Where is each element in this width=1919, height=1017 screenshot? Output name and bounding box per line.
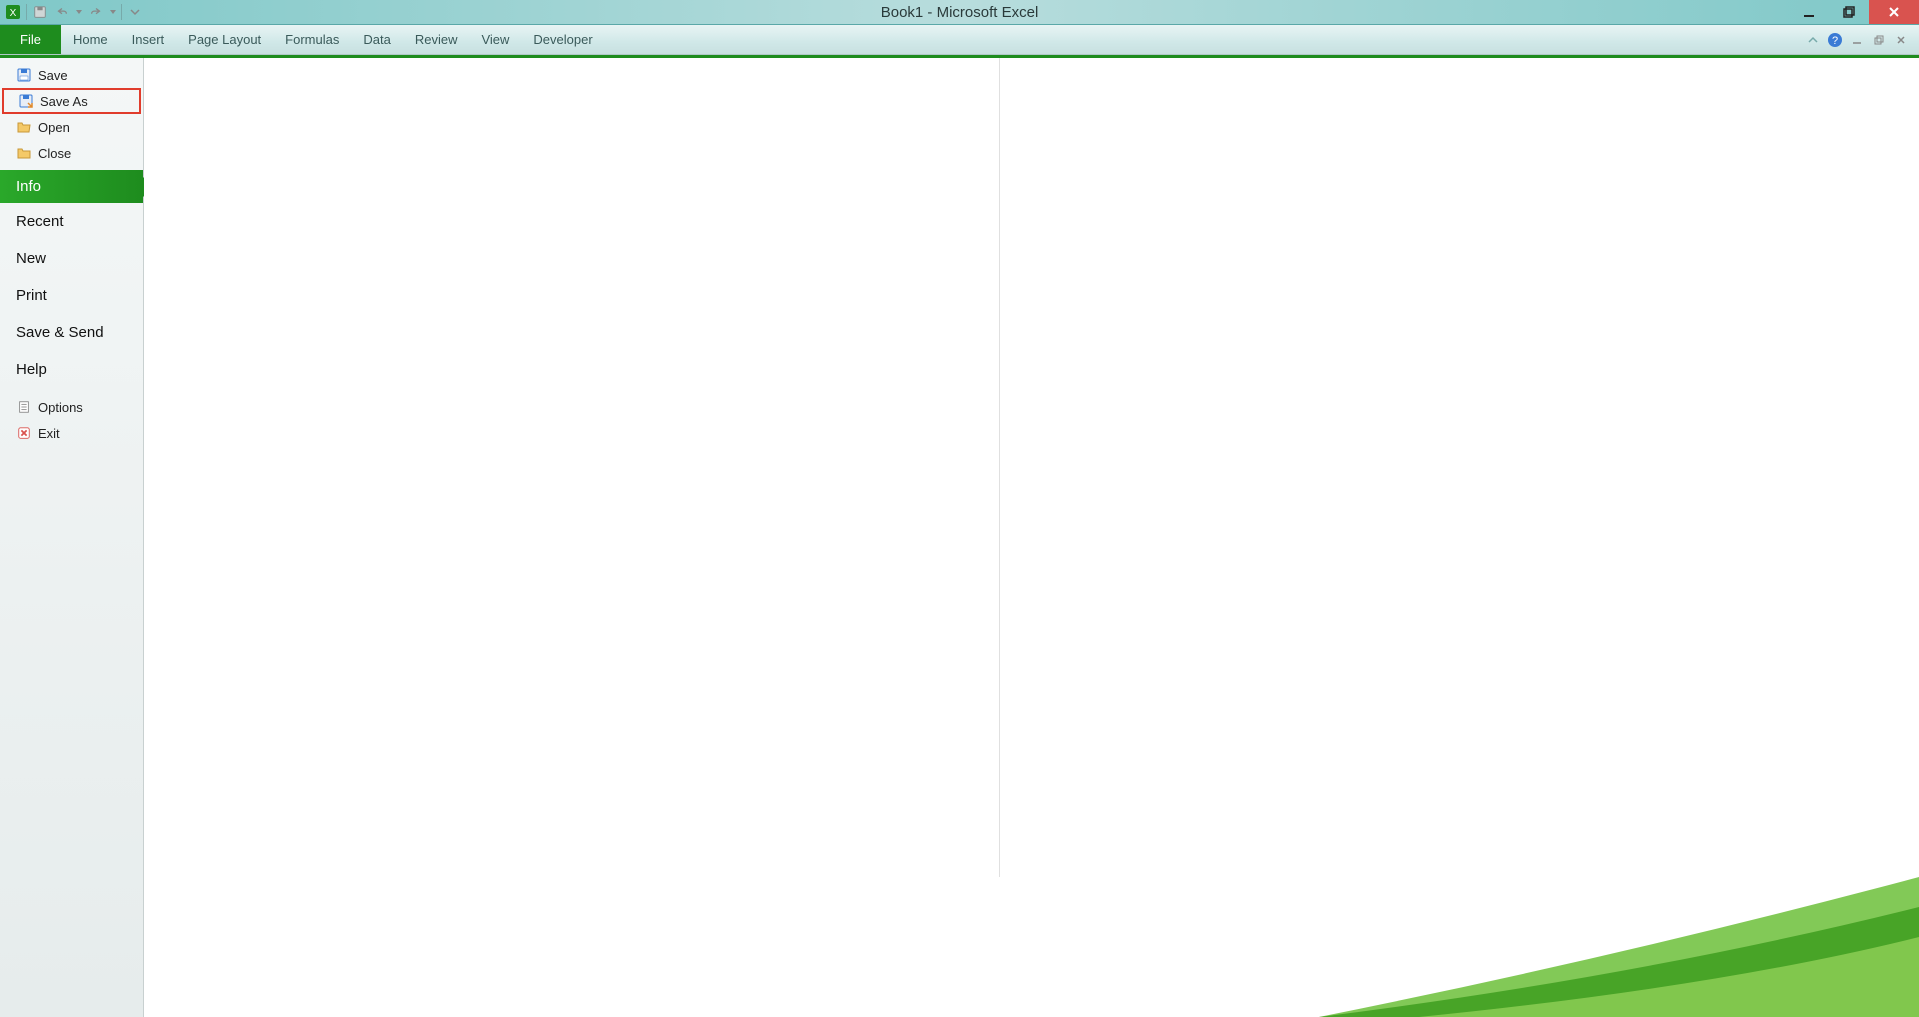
redo-icon[interactable] bbox=[87, 3, 105, 21]
minimize-button[interactable] bbox=[1789, 0, 1829, 24]
window-close-icon[interactable] bbox=[1893, 32, 1909, 48]
sidebar-item-label: Info bbox=[16, 178, 41, 195]
tab-file[interactable]: File bbox=[0, 25, 61, 54]
tab-page-layout[interactable]: Page Layout bbox=[176, 25, 273, 54]
save-icon[interactable] bbox=[31, 3, 49, 21]
folder-open-icon bbox=[16, 119, 32, 135]
sidebar-item-save-send[interactable]: Save & Send bbox=[0, 314, 143, 351]
sidebar-item-help[interactable]: Help bbox=[0, 351, 143, 388]
sidebar-item-options[interactable]: Options bbox=[0, 394, 143, 420]
sidebar-item-open[interactable]: Open bbox=[0, 114, 143, 140]
close-button[interactable] bbox=[1869, 0, 1919, 24]
sidebar-item-label: Options bbox=[38, 400, 83, 415]
sidebar-item-save[interactable]: Save bbox=[0, 62, 143, 88]
dropdown-icon[interactable] bbox=[75, 3, 83, 21]
tab-review[interactable]: Review bbox=[403, 25, 470, 54]
svg-text:X: X bbox=[10, 8, 17, 19]
title-bar: X Book1 - Microsoft Excel bbox=[0, 0, 1919, 25]
exit-icon bbox=[16, 425, 32, 441]
decorative-swoosh bbox=[1319, 837, 1919, 1017]
save-icon bbox=[16, 67, 32, 83]
svg-text:?: ? bbox=[1832, 35, 1838, 47]
window-restore-icon[interactable] bbox=[1871, 32, 1887, 48]
undo-icon[interactable] bbox=[53, 3, 71, 21]
customize-qat-icon[interactable] bbox=[126, 3, 144, 21]
dropdown-icon[interactable] bbox=[109, 3, 117, 21]
tab-data[interactable]: Data bbox=[351, 25, 402, 54]
backstage-sidebar: Save Save As Open Close Info Recent New … bbox=[0, 58, 144, 1017]
sidebar-item-close[interactable]: Close bbox=[0, 140, 143, 166]
window-controls bbox=[1789, 0, 1919, 24]
sidebar-item-exit[interactable]: Exit bbox=[0, 420, 143, 446]
window-title: Book1 - Microsoft Excel bbox=[0, 4, 1919, 21]
ribbon-tabs: File Home Insert Page Layout Formulas Da… bbox=[0, 25, 1919, 55]
sidebar-item-save-as[interactable]: Save As bbox=[2, 88, 141, 114]
sidebar-item-recent[interactable]: Recent bbox=[0, 203, 143, 240]
content-divider bbox=[999, 58, 1000, 877]
backstage-content bbox=[144, 58, 1919, 1017]
quick-access-toolbar: X bbox=[0, 3, 144, 21]
qat-separator bbox=[26, 4, 27, 20]
excel-icon[interactable]: X bbox=[4, 3, 22, 21]
tab-home[interactable]: Home bbox=[61, 25, 120, 54]
minimize-ribbon-icon[interactable] bbox=[1805, 32, 1821, 48]
folder-close-icon bbox=[16, 145, 32, 161]
sidebar-item-info[interactable]: Info bbox=[0, 170, 143, 203]
sidebar-item-new[interactable]: New bbox=[0, 240, 143, 277]
sidebar-item-label: Open bbox=[38, 120, 70, 135]
tab-developer[interactable]: Developer bbox=[521, 25, 604, 54]
tab-formulas[interactable]: Formulas bbox=[273, 25, 351, 54]
window-minimize-icon[interactable] bbox=[1849, 32, 1865, 48]
sidebar-item-print[interactable]: Print bbox=[0, 277, 143, 314]
sidebar-item-label: Save bbox=[38, 68, 68, 83]
options-icon bbox=[16, 399, 32, 415]
qat-separator bbox=[121, 4, 122, 20]
sidebar-item-label: Exit bbox=[38, 426, 60, 441]
sidebar-item-label: Save As bbox=[40, 94, 88, 109]
sidebar-item-label: Close bbox=[38, 146, 71, 161]
tab-insert[interactable]: Insert bbox=[120, 25, 177, 54]
ribbon-right-controls: ? bbox=[1805, 25, 1919, 54]
backstage-view: Save Save As Open Close Info Recent New … bbox=[0, 58, 1919, 1017]
help-icon[interactable]: ? bbox=[1827, 32, 1843, 48]
maximize-button[interactable] bbox=[1829, 0, 1869, 24]
saveas-icon bbox=[18, 93, 34, 109]
tab-view[interactable]: View bbox=[469, 25, 521, 54]
